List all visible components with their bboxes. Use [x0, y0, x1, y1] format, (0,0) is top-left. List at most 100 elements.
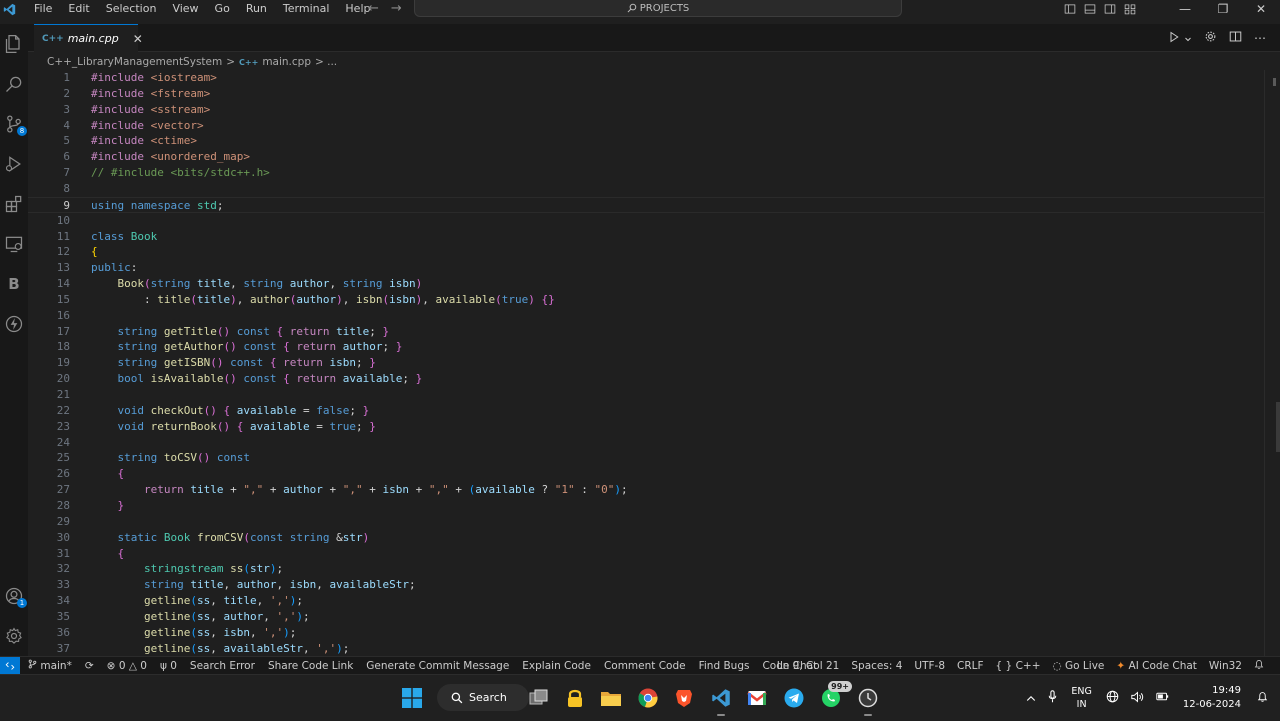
- code-line[interactable]: 25 string toCSV() const: [28, 450, 1264, 466]
- ai-code-chat-button[interactable]: ✦ AI Code Chat: [1116, 660, 1197, 672]
- code-line[interactable]: 10: [28, 213, 1264, 229]
- sync-icon[interactable]: ⟳: [85, 660, 94, 672]
- encoding[interactable]: UTF-8: [914, 660, 945, 672]
- code-text[interactable]: bool isAvailable() const { return availa…: [91, 371, 423, 387]
- code-line[interactable]: 12 {: [28, 244, 1264, 260]
- indentation[interactable]: Spaces: 4: [851, 660, 902, 672]
- code-text[interactable]: string getTitle() const { return title; …: [91, 324, 390, 340]
- branch-indicator[interactable]: main*: [28, 659, 72, 672]
- run-debug-icon[interactable]: [0, 150, 28, 178]
- vscode-taskbar-icon[interactable]: [709, 686, 733, 716]
- code-line[interactable]: 33 string title, author, isbn, available…: [28, 577, 1264, 593]
- code-line[interactable]: 35 getline(ss, author, ',');: [28, 609, 1264, 625]
- explorer-icon[interactable]: [0, 30, 28, 58]
- code-text[interactable]: #include <iostream>: [91, 70, 217, 86]
- code-line[interactable]: 32 stringstream ss(str);: [28, 561, 1264, 577]
- ports-indicator[interactable]: ψ 0: [160, 660, 177, 672]
- code-line[interactable]: 37 getline(ss, availableStr, ',');: [28, 641, 1264, 656]
- status-share-code-link[interactable]: Share Code Link: [268, 660, 353, 672]
- code-text[interactable]: return title + "," + author + "," + isbn…: [91, 482, 628, 498]
- go-live-button[interactable]: ◌ Go Live: [1053, 660, 1105, 672]
- file-explorer-icon[interactable]: [599, 686, 623, 710]
- code-text[interactable]: #include <unordered_map>: [91, 149, 250, 165]
- extensions-icon[interactable]: [0, 190, 28, 218]
- code-line[interactable]: 21: [28, 387, 1264, 403]
- code-line[interactable]: 30 static Book fromCSV(const string &str…: [28, 530, 1264, 546]
- tray-chevron-up-icon[interactable]: [1026, 692, 1036, 705]
- forward-arrow-icon[interactable]: →: [391, 0, 402, 18]
- code-text[interactable]: getline(ss, isbn, ',');: [91, 625, 296, 641]
- menu-go[interactable]: Go: [207, 0, 238, 18]
- more-actions-icon[interactable]: ⋯: [1254, 31, 1266, 45]
- editor-scrollbar[interactable]: [1264, 70, 1280, 656]
- code-editor[interactable]: 1 #include <iostream> 2 #include <fstream> 3…: [28, 70, 1264, 656]
- code-text[interactable]: string getAuthor() const { return author…: [91, 339, 403, 355]
- taskbar-search[interactable]: Search: [437, 684, 529, 711]
- run-file-icon[interactable]: [1168, 31, 1192, 46]
- code-text[interactable]: using namespace std;: [91, 198, 223, 214]
- code-line[interactable]: 24: [28, 435, 1264, 451]
- gmail-icon[interactable]: [745, 686, 769, 710]
- manage-gear-icon[interactable]: [0, 622, 28, 650]
- code-line[interactable]: 23 void returnBook() { available = true;…: [28, 419, 1264, 435]
- code-line[interactable]: 13 public:: [28, 260, 1264, 276]
- battery-icon[interactable]: [1156, 691, 1169, 705]
- code-line[interactable]: 4 #include <vector>: [28, 118, 1264, 134]
- code-text[interactable]: {: [91, 546, 125, 562]
- status-generate-commit-message[interactable]: Generate Commit Message: [366, 660, 509, 672]
- toggle-primary-sidebar-icon[interactable]: [1064, 3, 1076, 15]
- language-mode[interactable]: { } C++: [996, 660, 1041, 672]
- restore-icon[interactable]: ❐: [1204, 0, 1242, 18]
- telegram-icon[interactable]: [782, 686, 806, 710]
- code-text[interactable]: : title(title), author(author), isbn(isb…: [91, 292, 555, 308]
- b-extension-icon[interactable]: B: [0, 270, 28, 298]
- code-text[interactable]: Book(string title, string author, string…: [91, 276, 423, 292]
- minimize-icon[interactable]: —: [1166, 0, 1204, 18]
- code-text[interactable]: // #include <bits/stdc++.h>: [91, 165, 270, 181]
- platform-indicator[interactable]: Win32: [1209, 660, 1242, 672]
- code-text[interactable]: getline(ss, availableStr, ',');: [91, 641, 349, 656]
- volume-icon[interactable]: [1131, 690, 1144, 706]
- code-text[interactable]: class Book: [91, 229, 157, 245]
- code-line[interactable]: 19 string getISBN() const { return isbn;…: [28, 355, 1264, 371]
- back-arrow-icon[interactable]: ←: [368, 0, 379, 18]
- taskbar-clock[interactable]: 19:49 12-06-2024: [1183, 684, 1241, 712]
- notifications-bell-icon[interactable]: [1254, 659, 1264, 673]
- code-line[interactable]: 5 #include <ctime>: [28, 133, 1264, 149]
- status-explain-code[interactable]: Explain Code: [522, 660, 591, 672]
- code-text[interactable]: string toCSV() const: [91, 450, 251, 466]
- code-text[interactable]: static Book fromCSV(const string &str): [91, 530, 370, 546]
- code-line[interactable]: 15 : title(title), author(author), isbn(…: [28, 292, 1264, 308]
- line-endings[interactable]: CRLF: [957, 660, 984, 672]
- status-comment-code[interactable]: Comment Code: [604, 660, 686, 672]
- code-line[interactable]: 18 string getAuthor() const { return aut…: [28, 339, 1264, 355]
- breadcrumb-more[interactable]: > ...: [315, 56, 337, 68]
- code-text[interactable]: #include <ctime>: [91, 133, 197, 149]
- code-line[interactable]: 20 bool isAvailable() const { return ava…: [28, 371, 1264, 387]
- code-text[interactable]: string title, author, isbn, availableStr…: [91, 577, 416, 593]
- code-line[interactable]: 9 using namespace std;: [28, 196, 1264, 214]
- menu-edit[interactable]: Edit: [60, 0, 97, 18]
- code-line[interactable]: 3 #include <sstream>: [28, 102, 1264, 118]
- toggle-panel-icon[interactable]: [1084, 3, 1096, 15]
- code-line[interactable]: 28 }: [28, 498, 1264, 514]
- chrome-icon[interactable]: [636, 686, 660, 710]
- code-text[interactable]: }: [91, 498, 125, 514]
- brave-icon[interactable]: [672, 686, 696, 710]
- split-editor-icon[interactable]: [1229, 30, 1242, 46]
- menu-run[interactable]: Run: [238, 0, 275, 18]
- close-tab-icon[interactable]: ✕: [133, 32, 143, 46]
- breadcrumb-file[interactable]: main.cpp: [262, 56, 311, 68]
- code-text[interactable]: stringstream ss(str);: [91, 561, 283, 577]
- code-text[interactable]: getline(ss, author, ',');: [91, 609, 310, 625]
- task-view-icon[interactable]: [527, 686, 551, 710]
- code-line[interactable]: 6 #include <unordered_map>: [28, 149, 1264, 165]
- code-line[interactable]: 29: [28, 514, 1264, 530]
- search-activity-icon[interactable]: [0, 70, 28, 98]
- lightning-extension-icon[interactable]: [0, 310, 28, 338]
- code-line[interactable]: 16: [28, 308, 1264, 324]
- menu-view[interactable]: View: [164, 0, 206, 18]
- customize-layout-icon[interactable]: [1124, 3, 1136, 15]
- code-line[interactable]: 31 {: [28, 546, 1264, 562]
- remote-explorer-icon[interactable]: [0, 230, 28, 258]
